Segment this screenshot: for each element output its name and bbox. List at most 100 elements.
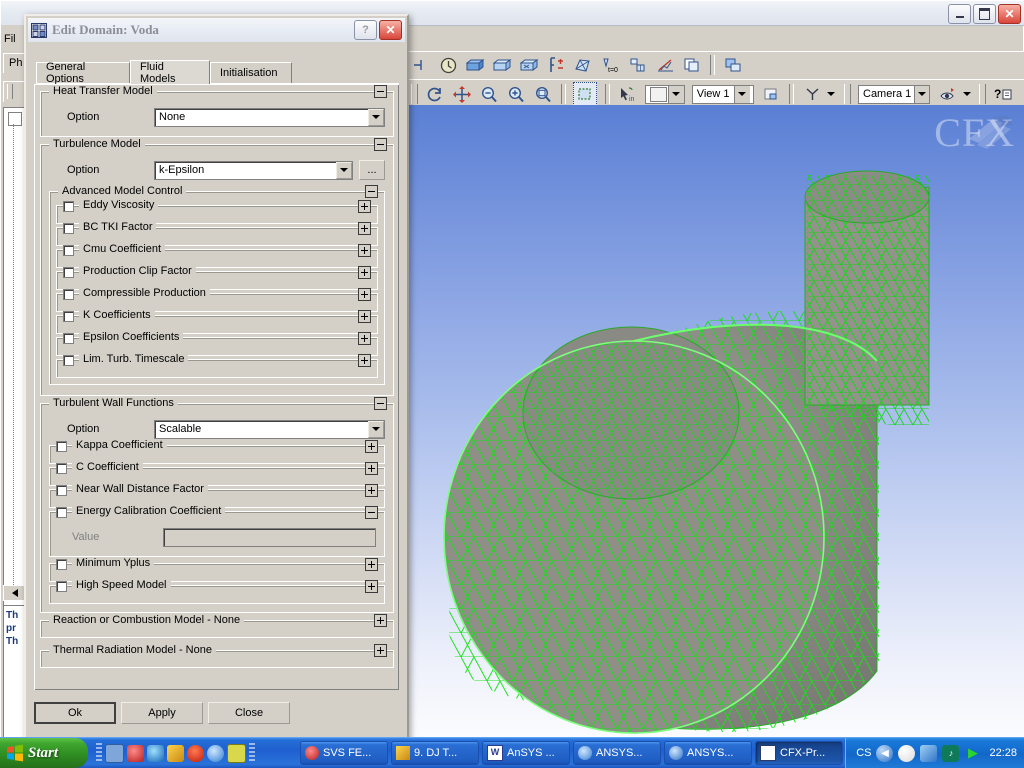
background-color-picker[interactable] [644,84,685,104]
minimum-yplus-checkbox[interactable] [56,559,67,570]
ok-button[interactable]: Ok [34,702,116,724]
chart-icon[interactable] [654,54,676,76]
mesh-region-icon[interactable] [572,54,594,76]
visibility-button[interactable] [936,84,973,105]
checkbox-row-lim-turb-timescale[interactable]: Lim. Turb. Timescale [56,353,378,378]
timer-icon[interactable] [437,54,459,76]
compressible-production-checkbox[interactable] [63,289,74,300]
minimize-button[interactable] [948,4,971,24]
solid-box-icon[interactable] [464,54,486,76]
expression-icon[interactable] [545,54,567,76]
timestep-icon[interactable]: t=0 [599,54,621,76]
rotate-icon[interactable] [424,83,446,105]
lim-turb-timescale-expand-toggle[interactable] [358,354,371,367]
camera-select[interactable]: Camera 1 [858,84,930,104]
apply-button[interactable]: Apply [121,702,203,724]
task-button[interactable]: SVS FE... [300,741,388,765]
axis-tripod-icon[interactable] [802,83,824,105]
box-zoom-icon[interactable] [573,82,598,106]
reaction-combustion-expand-toggle[interactable] [374,614,387,627]
checkbox-row-high-speed-model[interactable]: High Speed Model [49,579,385,604]
near-wall-distance-factor-checkbox[interactable] [56,485,67,496]
close-button[interactable]: ✕ [998,4,1021,24]
internet-explorer-icon[interactable] [147,744,164,762]
toolbar-grip[interactable] [411,84,418,104]
epsilon-coefficients-checkbox[interactable] [63,333,74,344]
file-menu[interactable]: Fil [4,33,16,45]
dialog-help-button[interactable]: ? [354,20,377,40]
c-coefficient-expand-toggle[interactable] [365,462,378,475]
eye-icon[interactable] [937,83,959,105]
zoom-in-icon[interactable] [505,83,527,105]
cmu-coefficient-expand-toggle[interactable] [358,244,371,257]
quick-launch-grip[interactable] [249,743,255,763]
dialog-title-bar[interactable]: Edit Domain: Voda ? ✕ [28,18,405,42]
view-select[interactable]: View 1 [691,84,754,104]
near-wall-distance-factor-expand-toggle[interactable] [365,484,378,497]
table-icon[interactable] [627,54,649,76]
toolbar-grip[interactable] [979,84,987,104]
task-button-active[interactable]: CFX-Pr... [755,741,843,765]
heat-transfer-option-select[interactable]: None [154,107,385,127]
cmu-coefficient-checkbox[interactable] [63,245,74,256]
k-coefficients-expand-toggle[interactable] [358,310,371,323]
tab-fluid-models[interactable]: Fluid Models [130,60,210,85]
show-desktop-icon[interactable] [105,743,124,763]
pan-icon[interactable] [451,83,473,105]
fit-view-icon[interactable] [532,83,554,105]
outline-box-icon[interactable] [491,54,513,76]
minimum-yplus-expand-toggle[interactable] [365,558,378,571]
task-button[interactable]: ANSYS... [573,741,661,765]
network-icon[interactable] [920,744,938,762]
compressible-production-expand-toggle[interactable] [358,288,371,301]
bc-tki-factor-expand-toggle[interactable] [358,222,371,235]
turbulence-collapse-toggle[interactable] [374,138,387,151]
help-icon[interactable]: ? [992,83,1014,105]
high-speed-model-expand-toggle[interactable] [365,580,378,593]
dialog-close-button[interactable]: ✕ [379,20,402,40]
wall-functions-option-select[interactable]: Scalable [154,419,385,439]
pick-icon[interactable]: in [617,83,639,105]
media-player-icon[interactable] [127,744,144,762]
task-button[interactable]: W AnSYS ... [482,741,570,765]
turbulence-option-select[interactable]: k-Epsilon [154,160,353,180]
production-clip-factor-checkbox[interactable] [63,267,74,278]
k-coefficients-checkbox[interactable] [63,311,74,322]
kappa-coefficient-checkbox[interactable] [56,441,67,452]
checkbox-row-energy-calibration-coefficient[interactable]: Energy Calibration Coefficient Value [49,505,385,557]
epsilon-coefficients-expand-toggle[interactable] [358,332,371,345]
wall-functions-collapse-toggle[interactable] [374,397,387,410]
maximize-button[interactable] [973,4,996,24]
volume-icon[interactable]: ♪ [942,744,960,762]
high-speed-model-checkbox[interactable] [56,581,67,592]
chevron-left-icon[interactable]: ◀ [876,744,894,762]
production-clip-factor-expand-toggle[interactable] [358,266,371,279]
close-button[interactable]: Close [208,702,290,724]
player-icon[interactable] [207,744,224,762]
heat-transfer-collapse-toggle[interactable] [374,85,387,98]
bc-tki-factor-checkbox[interactable] [63,223,74,234]
snapshot-icon[interactable] [760,83,782,105]
play-icon[interactable]: ▶ [964,745,981,762]
zoom-out-icon[interactable] [478,83,500,105]
duplicate-icon[interactable] [722,54,744,76]
clock-icon[interactable] [227,743,246,763]
3d-viewport[interactable]: CFX [409,105,1024,739]
quick-launch-grip[interactable] [96,743,102,763]
eddy-viscosity-checkbox[interactable] [63,201,74,212]
toolbar-grip[interactable] [843,84,851,104]
lim-turb-timescale-checkbox[interactable] [63,355,74,366]
view-orientation-button[interactable] [801,84,838,105]
eddy-viscosity-expand-toggle[interactable] [358,200,371,213]
sliced-box-icon[interactable] [518,54,540,76]
circle-icon[interactable] [898,744,916,762]
tab-general-options[interactable]: General Options [36,61,130,85]
c-coefficient-checkbox[interactable] [56,463,67,474]
turbulence-ellipsis-button[interactable]: ... [359,160,385,180]
winamp-icon[interactable] [167,744,184,762]
kappa-coefficient-expand-toggle[interactable] [365,440,378,453]
advanced-model-control-collapse-toggle[interactable] [365,185,378,198]
task-button[interactable]: 9. DJ T... [391,741,479,765]
energy-calibration-collapse-toggle[interactable] [365,506,378,519]
tab-initialisation[interactable]: Initialisation [210,62,292,83]
